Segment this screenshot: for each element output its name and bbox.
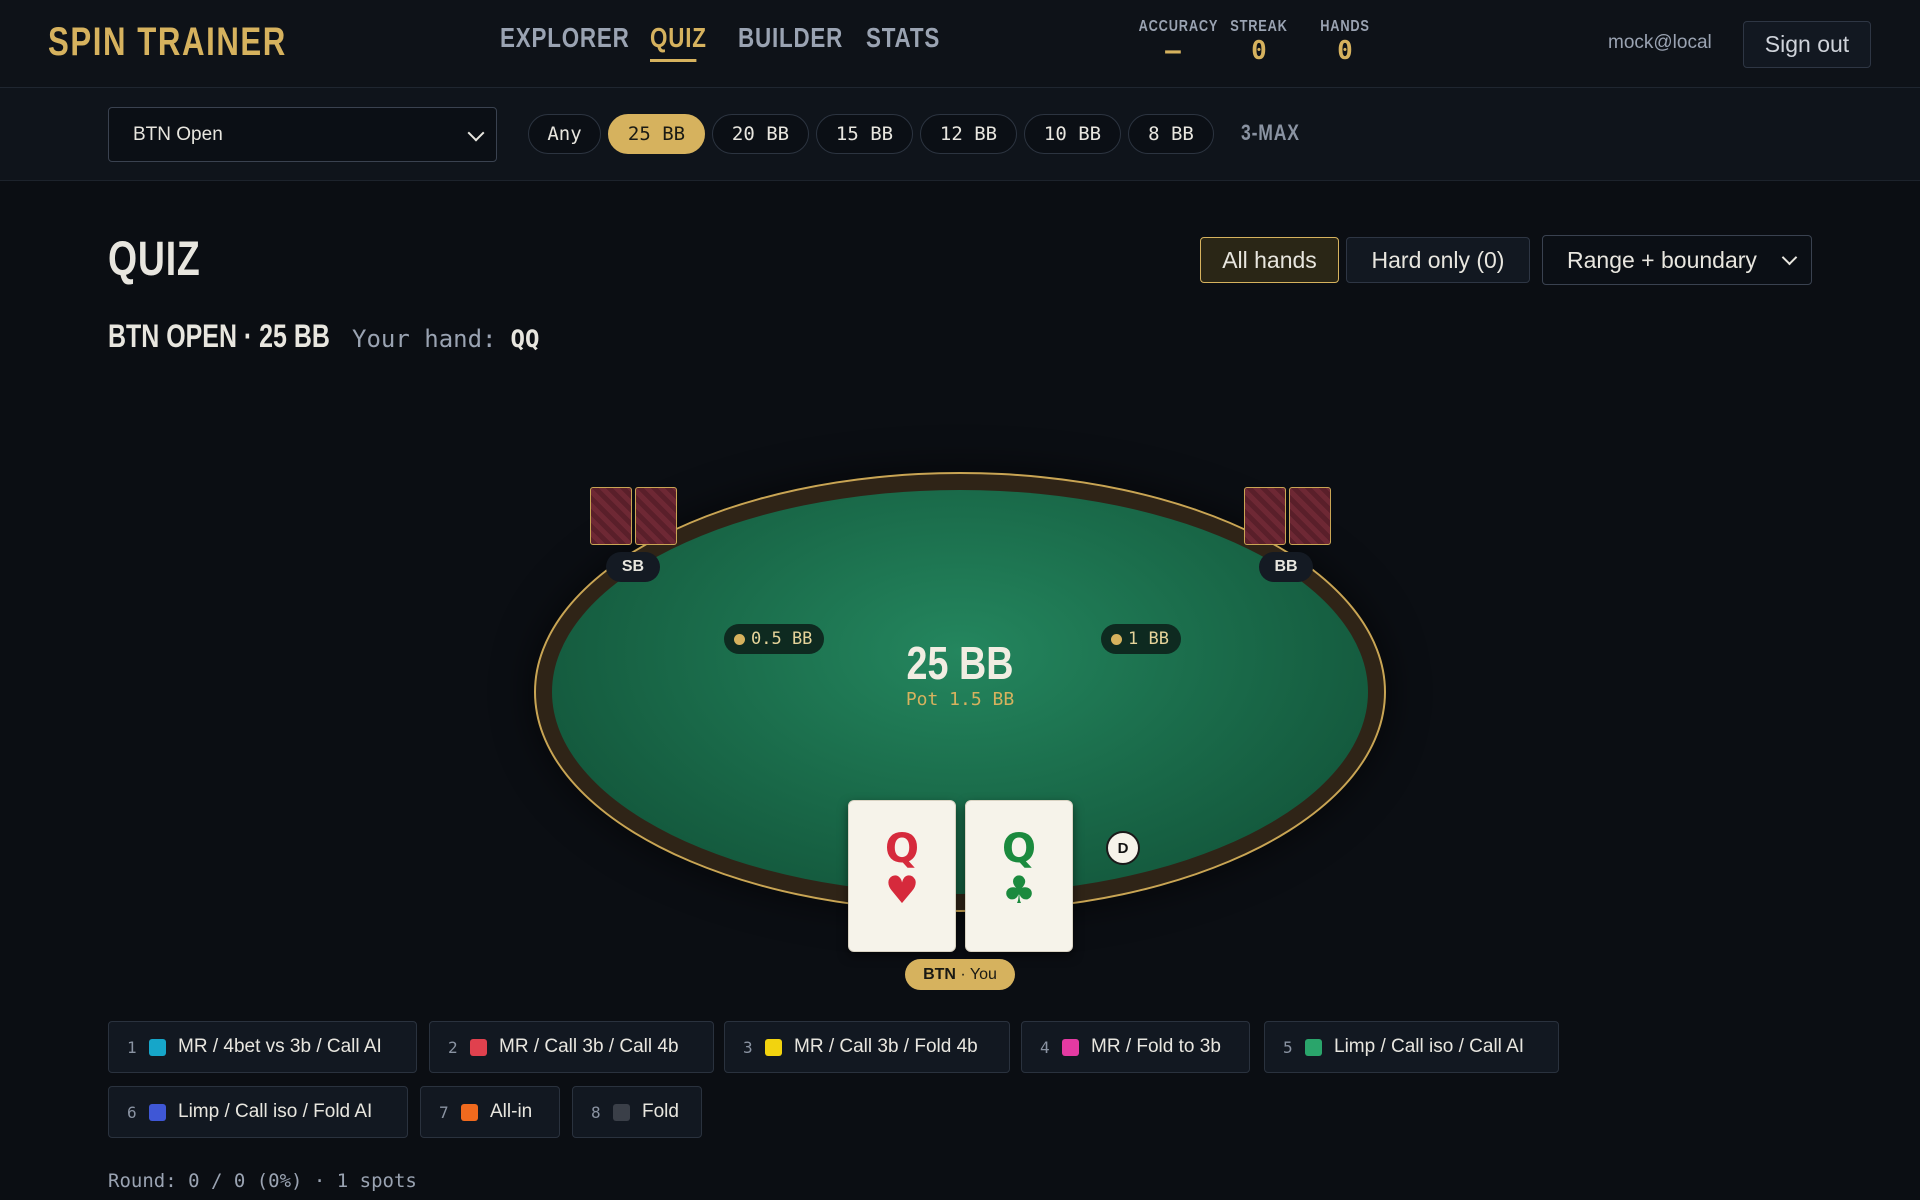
hero-suffix: · You (960, 965, 997, 983)
action-color-swatch (1305, 1038, 1322, 1056)
action-option-1[interactable]: 1 MR / 4bet vs 3b / Call AI (108, 1021, 417, 1073)
nav-explorer[interactable]: EXPLORER (500, 22, 629, 62)
chip-icon (734, 633, 745, 645)
action-label: All-in (490, 1101, 533, 1122)
card-rank: Q (884, 826, 919, 872)
bb-bet: 1 BB (1101, 624, 1181, 654)
depth-chip-8bb[interactable]: 8 BB (1128, 114, 1214, 154)
action-label: MR / Call 3b / Fold 4b (794, 1036, 978, 1057)
bb-bet-value: 1 BB (1128, 629, 1169, 649)
action-hotkey: 5 (1283, 1037, 1293, 1057)
dealer-button: D (1106, 831, 1140, 865)
action-option-4[interactable]: 4 MR / Fold to 3b (1021, 1021, 1250, 1073)
action-option-5[interactable]: 5 Limp / Call iso / Call AI (1264, 1021, 1559, 1073)
round-progress: Round: 0 / 0 (0%) · 1 spots (108, 1170, 417, 1192)
seat-bb-badge: BB (1259, 552, 1313, 582)
spot-name: BTN OPEN · 25 BB (108, 318, 330, 354)
hand-value: QQ (510, 325, 540, 353)
session-stats: ACCURACY – STREAK 0 HANDS 0 (1130, 18, 1388, 66)
stat-streak-value: 0 (1251, 36, 1267, 66)
hero-card-1: Q ♥ (848, 800, 956, 952)
page-title: QUIZ (108, 233, 201, 286)
action-color-swatch (149, 1038, 166, 1056)
brand-logo[interactable]: SPIN TRAINER (48, 20, 287, 65)
stat-hands: HANDS 0 (1302, 18, 1388, 66)
stat-hands-value: 0 (1337, 36, 1353, 66)
stat-hands-label: HANDS (1320, 18, 1370, 35)
club-suit-icon: ♣ (1001, 868, 1037, 912)
main-nav: EXPLORER QUIZ BUILDER STATS (500, 22, 1016, 62)
stat-streak-label: STREAK (1230, 18, 1288, 35)
chevron-down-icon (467, 124, 485, 142)
top-nav: SPIN TRAINER EXPLORER QUIZ BUILDER STATS… (0, 0, 1920, 88)
action-hotkey: 7 (439, 1102, 449, 1122)
stat-accuracy-label: ACCURACY (1138, 18, 1219, 35)
hero-card-2: Q ♣ (965, 800, 1073, 952)
sign-out-button[interactable]: Sign out (1743, 21, 1871, 68)
action-label: MR / 4bet vs 3b / Call AI (178, 1036, 382, 1057)
action-option-2[interactable]: 2 MR / Call 3b / Call 4b (429, 1021, 714, 1073)
action-option-8[interactable]: 8 Fold (572, 1086, 702, 1138)
sb-bet-value: 0.5 BB (751, 629, 813, 649)
stat-accuracy-value: – (1165, 36, 1181, 66)
filter-bar: BTN Open Any 25 BB 20 BB 15 BB 12 BB 10 … (0, 88, 1920, 181)
action-color-swatch (461, 1103, 478, 1121)
action-option-7[interactable]: 7 All-in (420, 1086, 560, 1138)
action-hotkey: 6 (127, 1102, 137, 1122)
action-hotkey: 8 (591, 1102, 601, 1122)
seat-sb-badge: SB (606, 552, 660, 582)
spot-select-value: BTN Open (133, 123, 223, 145)
action-color-swatch (765, 1038, 782, 1056)
action-hotkey: 4 (1040, 1037, 1050, 1057)
action-color-swatch (149, 1103, 166, 1121)
hero-position: BTN (923, 965, 956, 983)
depth-chip-15bb[interactable]: 15 BB (816, 114, 913, 154)
sb-facedown-card (590, 487, 632, 545)
chevron-down-icon (1781, 249, 1798, 266)
depth-chips: Any 25 BB 20 BB 15 BB 12 BB 10 BB 8 BB (528, 114, 1221, 154)
action-color-swatch (1062, 1038, 1079, 1056)
action-color-swatch (613, 1103, 630, 1121)
depth-chip-25bb[interactable]: 25 BB (608, 114, 705, 154)
nav-stats[interactable]: STATS (866, 22, 978, 62)
action-hotkey: 3 (743, 1037, 753, 1057)
heart-suit-icon: ♥ (884, 868, 920, 912)
format-tag: 3-MAX (1241, 120, 1300, 145)
action-option-6[interactable]: 6 Limp / Call iso / Fold AI (108, 1086, 408, 1138)
user-email: mock@local (1608, 32, 1712, 53)
chip-icon (1111, 633, 1122, 645)
depth-chip-10bb[interactable]: 10 BB (1024, 114, 1121, 154)
stat-streak: STREAK 0 (1216, 18, 1302, 66)
card-rank: Q (1001, 826, 1036, 872)
sb-facedown-card (635, 487, 677, 545)
action-label: MR / Fold to 3b (1091, 1036, 1221, 1057)
depth-chip-12bb[interactable]: 12 BB (920, 114, 1017, 154)
hero-seat-badge: BTN · You (905, 959, 1015, 990)
nav-builder[interactable]: BUILDER (738, 22, 842, 62)
mode-hard-only-button[interactable]: Hard only (0) (1346, 237, 1530, 283)
effective-stack: 25 BB (906, 637, 1014, 689)
action-hotkey: 2 (448, 1037, 458, 1057)
view-mode-value: Range + boundary (1567, 246, 1757, 273)
nav-quiz[interactable]: QUIZ (650, 22, 712, 62)
action-hotkey: 1 (127, 1037, 137, 1057)
action-label: Limp / Call iso / Fold AI (178, 1101, 373, 1122)
bb-facedown-card (1244, 487, 1286, 545)
spot-select[interactable]: BTN Open (108, 107, 497, 162)
action-label: Limp / Call iso / Call AI (1334, 1036, 1525, 1057)
pot-size: Pot 1.5 BB (905, 689, 1015, 710)
stat-accuracy: ACCURACY – (1130, 18, 1219, 66)
mode-all-hands-button[interactable]: All hands (1200, 237, 1339, 283)
action-option-3[interactable]: 3 MR / Call 3b / Fold 4b (724, 1021, 1010, 1073)
hand-label: Your hand: (352, 325, 497, 353)
view-mode-select[interactable]: Range + boundary (1542, 235, 1812, 285)
spot-info: BTN OPEN · 25 BB Your hand: QQ (108, 318, 539, 355)
bb-facedown-card (1289, 487, 1331, 545)
action-label: MR / Call 3b / Call 4b (499, 1036, 679, 1057)
action-label: Fold (642, 1101, 679, 1122)
depth-chip-20bb[interactable]: 20 BB (712, 114, 809, 154)
depth-chip-any[interactable]: Any (528, 114, 601, 154)
action-color-swatch (470, 1038, 487, 1056)
sb-bet: 0.5 BB (724, 624, 825, 654)
